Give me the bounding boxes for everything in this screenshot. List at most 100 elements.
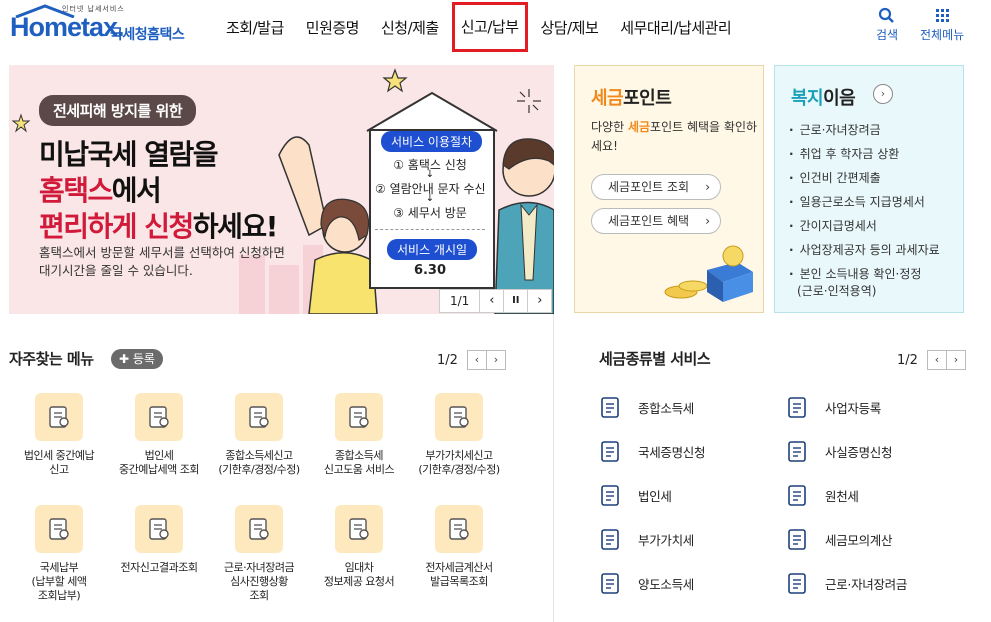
tax-service-item[interactable]: 세금모의계산 [785,526,893,552]
tax-service-item[interactable]: 사업자등록 [785,394,881,420]
favorite-menu-label-line: 종합소득세 [334,449,384,462]
favorite-menu-item[interactable]: 전자세금계산서 발급목록조회 [411,505,507,589]
favorite-menu-label-line: 법인세 [144,449,174,462]
tax-point-inquiry-label: 세금포인트 조회 [608,180,690,194]
favorite-menu-label-line: 전자세금계산서 [425,561,493,574]
favorite-menu-label: 근로·자녀장려금 심사진행상황 조회 [211,561,307,603]
banner-headline-2: 홈택스에서 [39,169,162,209]
tax-service-item[interactable]: 부가가치세 [598,526,694,552]
plus-icon: ✚ [119,352,133,366]
tax-service-item[interactable]: 근로·자녀장려금 [785,570,907,596]
tax-service-item[interactable]: 국세증명신청 [598,438,706,464]
receipt-list-icon [435,505,483,553]
welfare-item[interactable]: 본인 소득내용 확인·정정 (근로·인적용역) [789,262,940,300]
won-search-icon [135,505,183,553]
tax-services-prev-button[interactable]: ‹ [926,350,947,370]
welfare-item[interactable]: 근로·자녀장려금 [789,118,940,142]
favorite-menu-label-line: 조회납부) [37,589,81,602]
welfare-title[interactable]: 복지이음 [791,84,856,110]
favorite-menu-label: 법인세 중간예납세액 조회 [111,449,207,477]
tax-service-label: 양도소득세 [638,576,695,592]
favorite-menu-label-line: 종합소득세신고 [225,449,293,462]
favorite-menu-label: 전자세금계산서 발급목록조회 [411,561,507,589]
favorite-menu-label: 법인세 중간예납 신고 [11,449,107,477]
tax-service-label: 국세증명신청 [638,444,706,460]
doc-certificate-icon [788,441,806,462]
banner-headline-2-rest: 에서 [111,174,162,207]
favorite-menu-label: 부가가치세신고 (기한후/경정/수정) [411,449,507,477]
document-icon [335,505,383,553]
favorite-menu-item[interactable]: 종합소득세 신고도움 서비스 [311,393,407,477]
nav-item-inquiry[interactable]: 조회/발급 [215,0,295,56]
all-menu-button[interactable]: 전체메뉴 [920,6,964,43]
welfare-more-icon[interactable]: › [873,84,893,104]
banner-prev-button[interactable]: ‹ [479,290,503,312]
nav-item-filing-payment[interactable]: 신고/납부 [450,0,530,54]
banner-pause-button[interactable]: II [503,290,527,312]
tax-service-item[interactable]: 원천세 [785,482,859,508]
favorites-prev-button[interactable]: ‹ [466,350,487,370]
tax-service-item[interactable]: 종합소득세 [598,394,694,420]
favorite-menu-item[interactable]: 국세납부 (납부할 세액 조회납부) [11,505,107,603]
favorite-menu-item[interactable]: 근로·자녀장려금 심사진행상황 조회 [211,505,307,603]
nav-item-application[interactable]: 신청/제출 [370,0,450,56]
favorites-add-button[interactable]: ✚ 등록 [111,349,163,369]
tax-point-benefit-button[interactable]: 세금포인트 혜택 › [591,208,721,234]
tax-service-item[interactable]: 법인세 [598,482,672,508]
favorite-menu-item[interactable]: 법인세 중간예납세액 조회 [111,393,207,477]
favorite-menu-item[interactable]: 종합소득세신고 (기한후/경정/수정) [211,393,307,477]
favorite-menu-label-line: 임대차 [344,561,374,574]
main-banner[interactable]: 전세피해 방지를 위한 미납국세 열람을 홈택스에서 편리하게 신청하세요! 홈… [9,65,554,314]
doc-edit-icon [601,573,619,594]
favorite-menu-label-line: 신고 [49,463,69,476]
chevron-right-icon: › [705,214,710,228]
tax-service-item[interactable]: 사실증명신청 [785,438,893,464]
won-coins-icon [601,397,619,418]
start-date-title: 서비스 개시일 [387,239,478,260]
favorites-next-button[interactable]: › [485,350,506,370]
tax-services-next-button[interactable]: › [945,350,966,370]
favorite-menu-item[interactable]: 법인세 중간예납 신고 [11,393,107,477]
favorite-menu-item[interactable]: 임대차 정보제공 요청서 [311,505,407,589]
banner-next-button[interactable]: › [527,290,551,312]
procedure-step-3: ③ 세무서 방문 [393,206,467,220]
chevron-right-icon: › [705,180,710,194]
nav-item-consult[interactable]: 상담/제보 [530,0,610,56]
tax-point-benefit-label: 세금포인트 혜택 [608,214,690,228]
heart-hand-icon [788,573,806,594]
welfare-item[interactable]: 일용근로소득 지급명세서 [789,190,940,214]
banner-headline-1: 미납국세 열람을 [39,138,219,171]
favorite-menu-label-line: (기한후/경정/수정) [218,463,300,476]
building-icon [601,485,619,506]
favorite-menu-label: 국세납부 (납부할 세액 조회납부) [11,561,107,603]
hometax-logo[interactable]: 인터넷 납세서비스 Hometax. 국세청홈택스 [10,4,200,48]
banner-headline-2-highlight: 홈택스 [39,174,113,207]
nav-item-tax-agent[interactable]: 세무대리/납세관리 [609,0,742,56]
favorite-menu-item[interactable]: 전자신고결과조회 [111,505,207,575]
welfare-item[interactable]: 인건비 간편제출 [789,166,940,190]
welfare-item[interactable]: 간이지급명세서 [789,214,940,238]
nav-item-certificates[interactable]: 민원증명 [295,0,370,56]
tax-point-card: 세금포인트 다양한 세금포인트 혜택을 확인하세요! 세금포인트 조회 › 세금포… [574,65,764,313]
favorite-menu-label-line: 신고도움 서비스 [323,463,395,476]
favorite-menu-label-line: 정보제공 요청서 [323,575,395,588]
tax-point-desc-em: 세금 [627,120,651,134]
banner-headline-3-rest: 하세요! [192,210,279,243]
welfare-item[interactable]: 사업장제공자 등의 과세자료 [789,238,940,262]
won-search-icon [135,393,183,441]
banner-desc-line-1: 홈택스에서 방문할 세무서를 선택하여 신청하면 [39,245,285,260]
favorite-menu-label-line: 국세납부 [39,561,79,574]
tax-service-label: 근로·자녀장려금 [825,576,908,592]
welfare-item-line-1: 본인 소득내용 확인·정정 [799,267,922,281]
search-button[interactable]: 검색 [876,6,898,43]
favorite-menu-label-line: 전자신고결과조회 [120,561,198,574]
favorite-menu-label-line: 법인세 중간예납 [23,449,95,462]
favorite-menu-label-line: 부가가치세신고 [425,449,493,462]
favorite-menu-item[interactable]: 부가가치세신고 (기한후/경정/수정) [411,393,507,477]
tax-service-item[interactable]: 양도소득세 [598,570,694,596]
moneybag-hand-icon [35,505,83,553]
welfare-list: 근로·자녀장려금 취업 후 학자금 상환 인건비 간편제출 일용근로소득 지급명… [789,118,940,300]
tax-point-inquiry-button[interactable]: 세금포인트 조회 › [591,174,721,200]
welfare-item[interactable]: 취업 후 학자금 상환 [789,142,940,166]
welfare-title-em: 복지 [791,88,824,109]
